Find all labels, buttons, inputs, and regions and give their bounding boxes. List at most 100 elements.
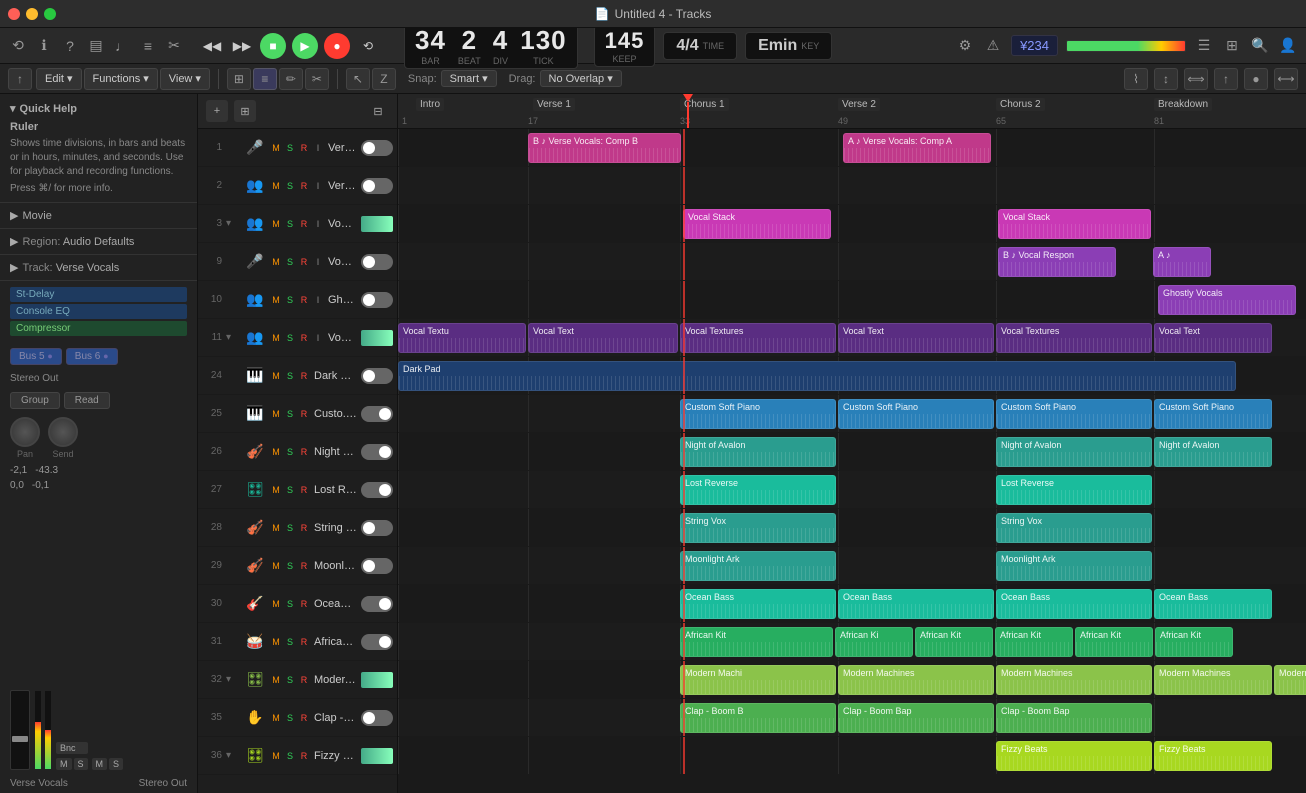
track-m-button[interactable]: M — [270, 712, 282, 724]
track-s-button[interactable]: S — [284, 674, 296, 686]
s-button[interactable]: S — [74, 758, 88, 770]
rewind-button[interactable]: ◀◀ — [200, 36, 224, 56]
track-row[interactable]: 29🎻MSRMoonlight Ark — [198, 547, 397, 585]
track-s-button[interactable]: S — [284, 636, 296, 648]
clip[interactable]: Lost Reverse — [996, 475, 1152, 505]
track-i-button[interactable]: I — [312, 218, 324, 230]
add-track-button[interactable]: + — [206, 100, 228, 122]
bnc-button[interactable]: Bnc — [56, 742, 88, 754]
search-icon[interactable]: 🔍 — [1250, 36, 1270, 56]
clips-scroll[interactable]: B ♪ Verse Vocals: Comp B A ♪ Verse Vocals… — [398, 129, 1306, 793]
track-m-button[interactable]: M — [270, 560, 282, 572]
track-r-button[interactable]: R — [298, 674, 310, 686]
group-button[interactable]: Group — [10, 392, 60, 409]
edit-menu[interactable]: Edit ▾ — [36, 68, 82, 90]
circle-icon[interactable]: ● — [1244, 68, 1268, 90]
track-enable-toggle[interactable] — [361, 634, 393, 650]
clip[interactable]: Moonlight Ark — [996, 551, 1152, 581]
track-m-button[interactable]: M — [270, 370, 282, 382]
clip[interactable]: Clap - Boom Bap — [996, 703, 1152, 733]
stop-button[interactable]: ■ — [260, 33, 286, 59]
user-icon[interactable]: 👤 — [1278, 36, 1298, 56]
send-knob[interactable] — [48, 417, 78, 447]
clip[interactable]: A ♪ Verse Vocals: Comp A — [843, 133, 991, 163]
track-enable-toggle[interactable] — [361, 520, 393, 536]
track-r-button[interactable]: R — [298, 712, 310, 724]
track-expand-icon[interactable]: ▾ — [226, 674, 240, 685]
track-r-button[interactable]: R — [298, 750, 310, 762]
play-button[interactable]: ▶ — [292, 33, 318, 59]
track-s-button[interactable]: S — [284, 598, 296, 610]
clip[interactable]: Vocal Text — [528, 323, 678, 353]
track-row[interactable]: 28🎻MSRString Vox — [198, 509, 397, 547]
track-m-button[interactable]: M — [270, 484, 282, 496]
clip[interactable]: Modern Machines — [1274, 665, 1306, 695]
track-i-button[interactable]: I — [312, 332, 324, 344]
region-section[interactable]: ▶ Region: Audio Defaults — [0, 229, 197, 255]
track-row[interactable]: 26🎻MSRNight of Avalon — [198, 433, 397, 471]
track-r-button[interactable]: R — [298, 218, 310, 230]
clip[interactable]: Ocean Bass — [996, 589, 1152, 619]
alert-icon[interactable]: ⚠ — [983, 36, 1003, 56]
clip[interactable]: Fizzy Beats — [996, 741, 1152, 771]
s2-button[interactable]: S — [109, 758, 123, 770]
cursor-icon[interactable]: ↖ — [346, 68, 370, 90]
help-icon[interactable]: ? — [60, 36, 80, 56]
clip[interactable]: Modern Machines — [996, 665, 1152, 695]
track-row[interactable]: 27🎛MSRLost Reverse — [198, 471, 397, 509]
clip[interactable]: African Kit — [1075, 627, 1153, 657]
track-r-button[interactable]: R — [298, 180, 310, 192]
track-options-button[interactable]: ⊞ — [234, 100, 256, 122]
clip[interactable]: Ocean Bass — [680, 589, 836, 619]
view-menu[interactable]: View ▾ — [160, 68, 210, 90]
track-row[interactable]: 11▾👥MSRIVocal Textures — [198, 319, 397, 357]
quick-help-header[interactable]: ▾ Quick Help — [10, 102, 187, 115]
clip[interactable]: Clap - Boom B — [680, 703, 836, 733]
track-i-button[interactable]: I — [312, 256, 324, 268]
metronome-icon[interactable]: ♩ — [112, 36, 132, 56]
functions-menu[interactable]: Functions ▾ — [84, 68, 158, 90]
clip[interactable]: Dark Pad — [398, 361, 1236, 391]
track-r-button[interactable]: R — [298, 446, 310, 458]
record-button[interactable]: ● — [324, 33, 350, 59]
clip[interactable]: Ghostly Vocals — [1158, 285, 1296, 315]
grid-icon[interactable]: ⊞ — [227, 68, 251, 90]
track-row[interactable]: 1🎤MSRIVerse Vocals — [198, 129, 397, 167]
bus6-button[interactable]: Bus 6 ● — [66, 348, 118, 365]
clip[interactable]: B ♪ Vocal Respon — [998, 247, 1116, 277]
clip[interactable]: Lost Reverse — [680, 475, 836, 505]
toolbar-back-icon[interactable]: ↑ — [8, 68, 32, 90]
track-s-button[interactable]: S — [284, 408, 296, 420]
clip[interactable]: African Ki — [835, 627, 913, 657]
clip[interactable]: Ocean Bass — [838, 589, 994, 619]
clip[interactable]: B ♪ Verse Vocals: Comp B — [528, 133, 681, 163]
clip[interactable]: Modern Machi — [680, 665, 836, 695]
clip[interactable]: A ♪ — [1153, 247, 1211, 277]
plugin-console-eq[interactable]: Console EQ — [10, 304, 187, 319]
clip[interactable]: Custom Soft Piano — [680, 399, 836, 429]
clip[interactable]: String Vox — [680, 513, 836, 543]
track-r-button[interactable]: R — [298, 560, 310, 572]
arrows-icon[interactable]: ⟷ — [1274, 68, 1298, 90]
expand-icon[interactable]: ⟺ — [1184, 68, 1208, 90]
track-row[interactable]: 3▾👥MSRIVocal Stack — [198, 205, 397, 243]
track-m-button[interactable]: M — [270, 446, 282, 458]
clip[interactable]: Night of Avalon — [680, 437, 836, 467]
track-s-button[interactable]: S — [284, 142, 296, 154]
track-r-button[interactable]: R — [298, 142, 310, 154]
clip[interactable]: Ocean Bass — [1154, 589, 1272, 619]
clip[interactable]: Vocal Text — [1154, 323, 1272, 353]
cycle-button[interactable]: ⟲ — [356, 36, 380, 56]
track-row[interactable]: 9🎤MSRIVocal Response — [198, 243, 397, 281]
track-expand-icon[interactable]: ▾ — [226, 218, 240, 229]
track-row[interactable]: 32▾🎛MSRModer...chines — [198, 661, 397, 699]
clip[interactable]: Vocal Stack — [683, 209, 831, 239]
m2-button[interactable]: M — [92, 758, 108, 770]
track-m-button[interactable]: M — [270, 332, 282, 344]
track-enable-toggle[interactable] — [361, 482, 393, 498]
track-expand-icon[interactable]: ▾ — [226, 750, 240, 761]
track-r-button[interactable]: R — [298, 370, 310, 382]
clip[interactable]: Custom Soft Piano — [996, 399, 1152, 429]
minimize-button[interactable] — [26, 8, 38, 20]
snap-select[interactable]: Smart ▾ — [441, 70, 497, 87]
